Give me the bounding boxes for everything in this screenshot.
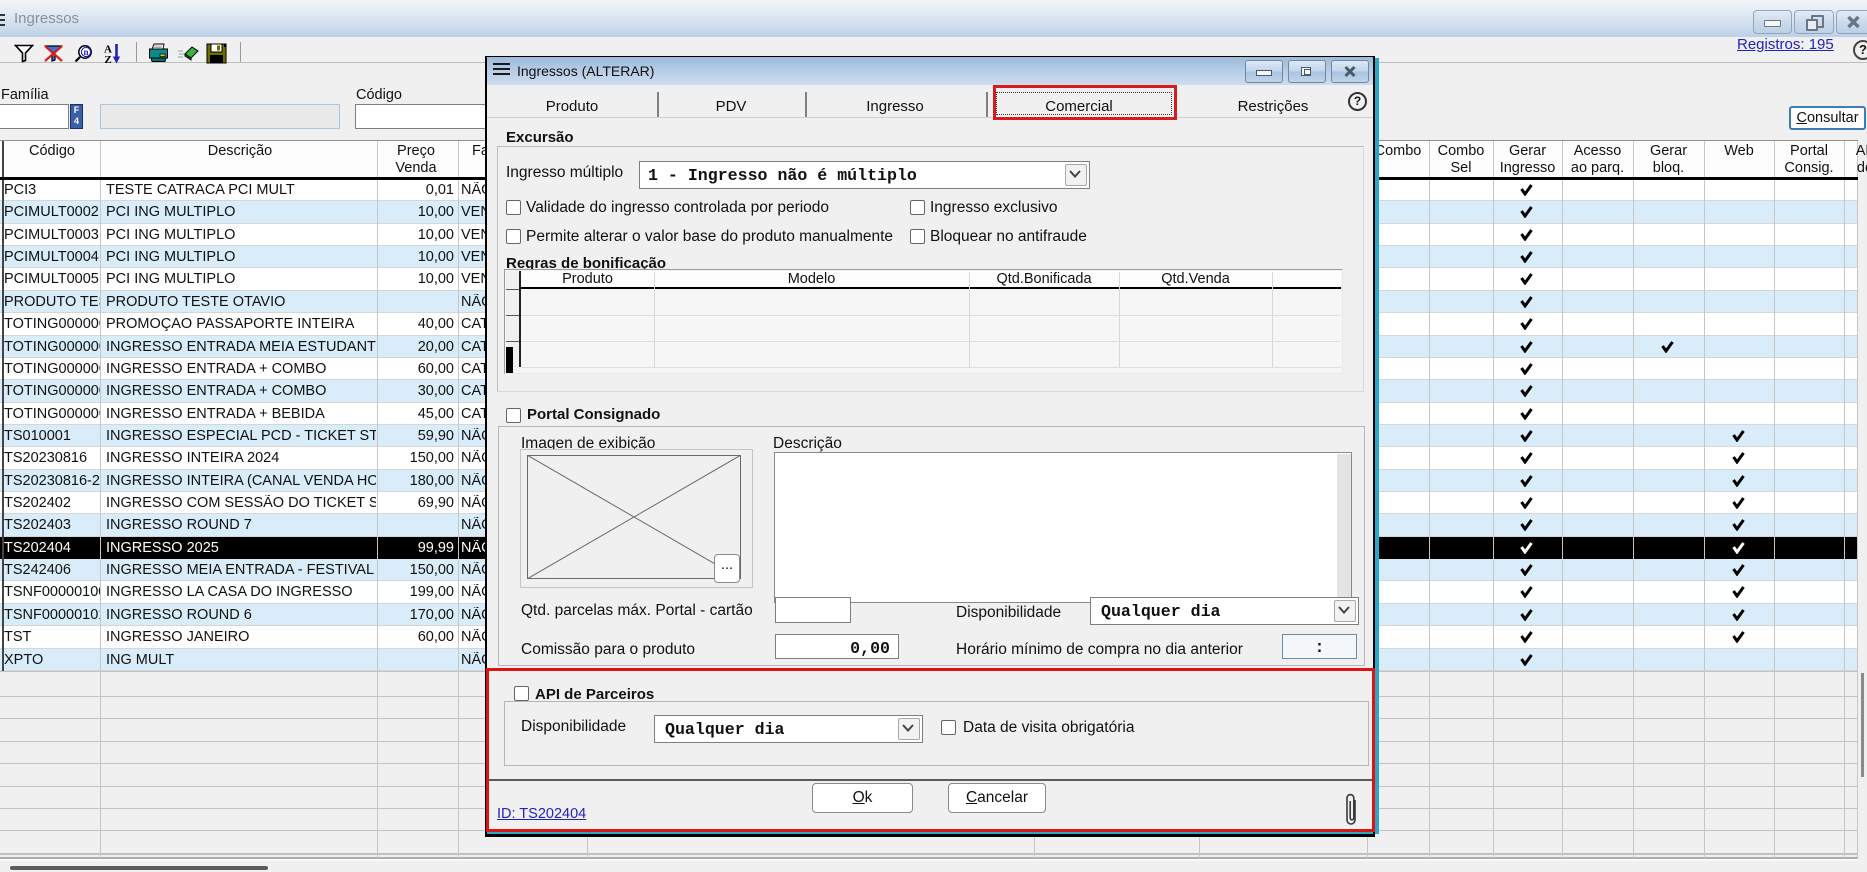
svg-text:n: n <box>83 47 88 57</box>
svg-text:Z: Z <box>104 54 111 64</box>
